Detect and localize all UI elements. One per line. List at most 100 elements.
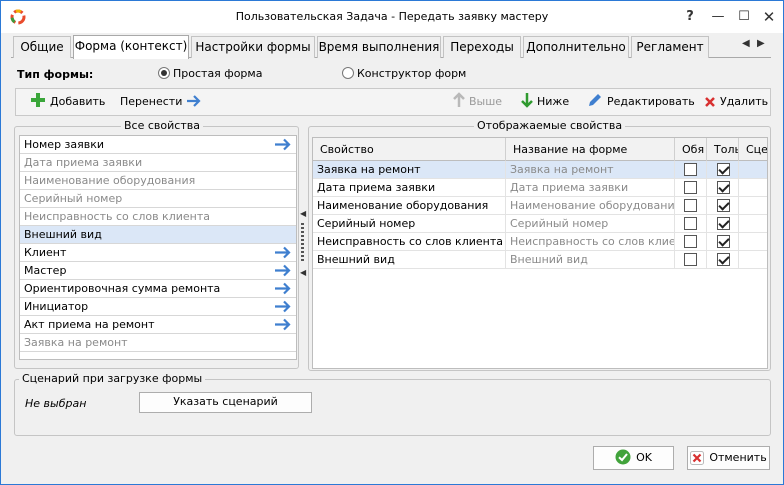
cell-required: [675, 179, 707, 197]
list-item[interactable]: Инициатор: [20, 298, 296, 316]
minimize-button[interactable]: —: [705, 7, 731, 27]
cell-scenario[interactable]: [739, 197, 767, 215]
cell-form-name[interactable]: Наименование оборудования: [506, 197, 675, 215]
required-checkbox[interactable]: [684, 217, 697, 230]
list-item[interactable]: Неисправность со слов клиента: [20, 208, 296, 226]
plus-icon: [31, 93, 45, 107]
list-item[interactable]: Клиент: [20, 244, 296, 262]
cancel-button[interactable]: Отменить: [687, 446, 770, 470]
list-item[interactable]: Дата приема заявки: [20, 154, 296, 172]
cell-form-name[interactable]: Серийный номер: [506, 215, 675, 233]
cell-readonly: [707, 215, 739, 233]
cell-scenario[interactable]: [739, 251, 767, 269]
cell-property[interactable]: Наименование оборудования: [313, 197, 506, 215]
table-row[interactable]: Дата приема заявки Дата приема заявки: [313, 179, 767, 197]
list-item-label: Номер заявки: [24, 138, 105, 151]
cell-property[interactable]: Неисправность со слов клиента: [313, 233, 506, 251]
readonly-checkbox[interactable]: [717, 253, 730, 266]
tab-general[interactable]: Общие: [13, 36, 71, 58]
list-item[interactable]: Акт приема на ремонт: [20, 316, 296, 334]
arrow-right-icon[interactable]: [274, 300, 292, 313]
required-checkbox[interactable]: [684, 253, 697, 266]
list-item[interactable]: Мастер: [20, 262, 296, 280]
readonly-checkbox[interactable]: [717, 217, 730, 230]
arrow-right-icon[interactable]: [274, 138, 292, 151]
cell-form-name[interactable]: Неисправность со слов клие...: [506, 233, 675, 251]
choose-script-button[interactable]: Указать сценарий: [139, 392, 312, 413]
radio-selected-icon[interactable]: [158, 67, 170, 79]
maximize-button[interactable]: ☐: [731, 7, 757, 27]
splitter-collapse-left-icon[interactable]: ◀: [300, 209, 306, 218]
cell-readonly: [707, 179, 739, 197]
readonly-checkbox[interactable]: [717, 181, 730, 194]
tab-form-settings[interactable]: Настройки формы: [191, 36, 315, 58]
add-button[interactable]: Добавить: [30, 89, 105, 115]
tab-regulation[interactable]: Регламент: [631, 36, 709, 58]
list-item[interactable]: Ориентировочная сумма ремонта: [20, 280, 296, 298]
readonly-checkbox[interactable]: [717, 199, 730, 212]
list-item[interactable]: Серийный номер: [20, 190, 296, 208]
tab-scroll-right-icon[interactable]: ▶: [757, 38, 765, 49]
column-header-scenario[interactable]: Сце: [739, 138, 767, 161]
cell-form-name[interactable]: Дата приема заявки: [506, 179, 675, 197]
list-item[interactable]: Внешний вид: [20, 226, 296, 244]
cell-property[interactable]: Внешний вид: [313, 251, 506, 269]
table-row[interactable]: Внешний вид Внешний вид: [313, 251, 767, 269]
cell-property[interactable]: Серийный номер: [313, 215, 506, 233]
cell-readonly: [707, 197, 739, 215]
required-checkbox[interactable]: [684, 235, 697, 248]
tab-execution-time[interactable]: Время выполнения: [317, 36, 441, 58]
down-button[interactable]: Ниже: [521, 89, 569, 115]
list-item[interactable]: Номер заявки: [20, 136, 296, 154]
arrow-right-icon[interactable]: [274, 318, 292, 331]
displayed-properties-grid[interactable]: Свойство Название на форме Обя Толь Сце …: [312, 137, 768, 369]
cell-property[interactable]: Заявка на ремонт: [313, 161, 506, 179]
move-button[interactable]: Перенести: [120, 89, 206, 115]
arrow-right-icon[interactable]: [274, 246, 292, 259]
readonly-checkbox[interactable]: [717, 163, 730, 176]
tab-form-context[interactable]: Форма (контекст): [73, 35, 189, 59]
list-item[interactable]: Заявка на ремонт: [20, 334, 296, 352]
edit-button[interactable]: Редактировать: [587, 89, 695, 115]
all-properties-list[interactable]: Номер заявки Дата приема заявки Наименован…: [19, 135, 297, 360]
table-row[interactable]: Заявка на ремонт Заявка на ремонт: [313, 161, 767, 179]
table-row[interactable]: Серийный номер Серийный номер: [313, 215, 767, 233]
arrow-right-icon[interactable]: [274, 282, 292, 295]
table-row[interactable]: Наименование оборудования Наименование об…: [313, 197, 767, 215]
delete-button[interactable]: Удалить: [704, 89, 768, 115]
arrow-right-icon[interactable]: [274, 264, 292, 277]
splitter-expand-left-icon[interactable]: ◀: [300, 268, 306, 277]
ok-button[interactable]: OK: [593, 446, 674, 470]
radio-simple-form[interactable]: Простая форма: [158, 67, 262, 81]
close-button[interactable]: ✕: [756, 7, 782, 27]
list-item[interactable]: Наименование оборудования: [20, 172, 296, 190]
cell-form-name[interactable]: Заявка на ремонт: [506, 161, 675, 179]
required-checkbox[interactable]: [684, 181, 697, 194]
up-button[interactable]: Выше: [453, 89, 502, 115]
required-checkbox[interactable]: [684, 199, 697, 212]
cell-scenario[interactable]: [739, 179, 767, 197]
radio-unselected-icon[interactable]: [342, 67, 354, 79]
cell-form-name[interactable]: Внешний вид: [506, 251, 675, 269]
splitter-handle[interactable]: [301, 223, 304, 263]
table-row[interactable]: Неисправность со слов клиента Неисправнос…: [313, 233, 767, 251]
required-checkbox[interactable]: [684, 163, 697, 176]
column-header-property[interactable]: Свойство: [313, 138, 506, 161]
cell-required: [675, 197, 707, 215]
cell-required: [675, 251, 707, 269]
column-header-readonly[interactable]: Толь: [707, 138, 739, 161]
radio-form-constructor[interactable]: Конструктор форм: [342, 67, 466, 81]
tab-additional[interactable]: Дополнительно: [523, 36, 629, 58]
tab-transitions[interactable]: Переходы: [443, 36, 521, 58]
column-header-required[interactable]: Обя: [675, 138, 707, 161]
readonly-checkbox[interactable]: [717, 235, 730, 248]
grid-header: Свойство Название на форме Обя Толь Сце: [313, 138, 767, 161]
column-header-form-name[interactable]: Название на форме: [506, 138, 675, 161]
cell-property[interactable]: Дата приема заявки: [313, 179, 506, 197]
tab-scroll-left-icon[interactable]: ◀: [742, 38, 750, 49]
cell-scenario[interactable]: [739, 233, 767, 251]
cell-scenario[interactable]: [739, 215, 767, 233]
cell-scenario[interactable]: [739, 161, 767, 179]
radio-form-constructor-label: Конструктор форм: [357, 67, 467, 80]
help-button[interactable]: ?: [677, 7, 703, 27]
